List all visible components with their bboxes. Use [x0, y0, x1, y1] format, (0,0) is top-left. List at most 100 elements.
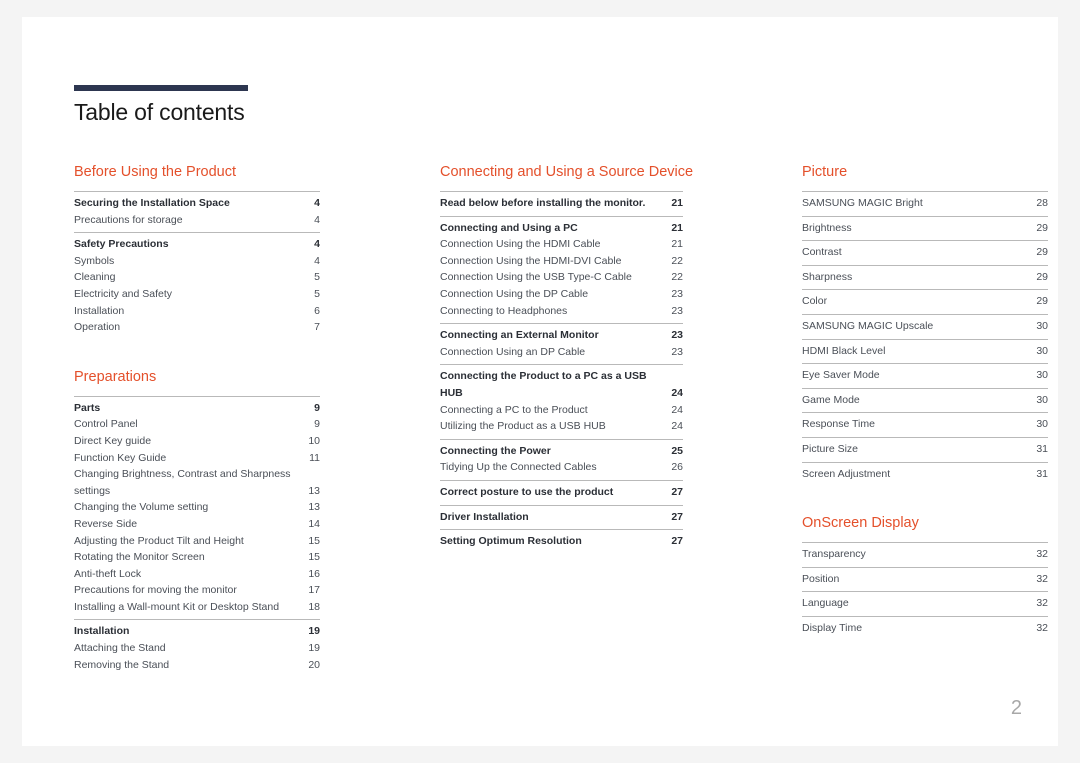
- toc-entry-page-number: 6: [314, 304, 320, 317]
- toc-entry-page-number: 30: [1036, 344, 1048, 357]
- toc-entry-label: Eye Saver Mode: [802, 369, 880, 382]
- section-heading[interactable]: Before Using the Product: [74, 163, 320, 191]
- title-rule-bar: [74, 85, 248, 91]
- toc-entry-label: Screen Adjustment: [802, 467, 891, 480]
- toc-entry[interactable]: Connection Using the DP Cable 23: [440, 286, 683, 303]
- toc-entry[interactable]: Removing the Stand 20: [74, 657, 320, 674]
- toc-entry-label: SAMSUNG MAGIC Upscale: [802, 319, 934, 332]
- toc-entry[interactable]: Adjusting the Product Tilt and Height 15: [74, 533, 320, 550]
- toc-entry[interactable]: Direct Key guide 10: [74, 433, 320, 450]
- toc-entry[interactable]: Response Time 30: [802, 416, 1048, 433]
- toc-entry[interactable]: Changing Brightness, Contrast and Sharpn…: [74, 466, 320, 499]
- toc-entry[interactable]: Connecting the Product to a PC as a USB …: [440, 368, 683, 401]
- toc-entry[interactable]: Brightness 29: [802, 220, 1048, 237]
- toc-entry[interactable]: Rotating the Monitor Screen 15: [74, 549, 320, 566]
- toc-column-2: Connecting and Using a Source Device Read…: [440, 163, 693, 554]
- toc-entry[interactable]: Connecting a PC to the Product 24: [440, 402, 683, 419]
- toc-group: Language 32: [802, 591, 1048, 616]
- toc-entry-page-number: 24: [671, 420, 683, 433]
- toc-entry[interactable]: Connecting an External Monitor 23: [440, 327, 683, 344]
- toc-entry[interactable]: Electricity and Safety 5: [74, 286, 320, 303]
- toc-entry[interactable]: Safety Precautions 4: [74, 236, 320, 253]
- section-heading[interactable]: Connecting and Using a Source Device: [440, 163, 693, 191]
- toc-entry-label: Operation: [74, 321, 121, 334]
- toc-group: Position 32: [802, 566, 1048, 592]
- toc-entry[interactable]: Display Time 32: [802, 620, 1048, 637]
- toc-entry[interactable]: Parts 9: [74, 400, 320, 417]
- toc-entry[interactable]: Symbols 4: [74, 253, 320, 270]
- toc-entry[interactable]: Language 32: [802, 595, 1048, 612]
- toc-entry-page-number: 9: [314, 418, 320, 431]
- toc-entry-page-number: 4: [314, 238, 320, 251]
- toc-entry[interactable]: Correct posture to use the product 27: [440, 484, 683, 501]
- toc-entry[interactable]: Connection Using the HDMI Cable 21: [440, 236, 683, 253]
- toc-entry-page-number: 30: [1036, 393, 1048, 406]
- toc-entry[interactable]: Position 32: [802, 571, 1048, 588]
- toc-entry[interactable]: Reverse Side 14: [74, 516, 320, 533]
- toc-entry-label: Connection Using an DP Cable: [440, 345, 586, 358]
- toc-entry-label: Connection Using the HDMI-DVI Cable: [440, 254, 622, 267]
- toc-entry[interactable]: Connecting the Power 25: [440, 443, 683, 460]
- toc-entry[interactable]: Screen Adjustment 31: [802, 466, 1048, 483]
- toc-entry-label: Changing Brightness, Contrast and Sharpn…: [74, 468, 291, 497]
- toc-entry[interactable]: Picture Size 31: [802, 441, 1048, 458]
- toc-entry[interactable]: Setting Optimum Resolution 27: [440, 533, 683, 550]
- toc-entry[interactable]: Attaching the Stand 19: [74, 640, 320, 657]
- toc-group: Eye Saver Mode 30: [802, 363, 1048, 388]
- toc-entry-page-number: 19: [308, 625, 320, 638]
- toc-entry-page-number: 16: [308, 567, 320, 580]
- toc-entry[interactable]: Precautions for storage 4: [74, 212, 320, 229]
- toc-entry[interactable]: Sharpness 29: [802, 269, 1048, 286]
- toc-entry[interactable]: Precautions for moving the monitor 17: [74, 582, 320, 599]
- toc-group: Installation 19 Attaching the Stand 19 Remov…: [74, 619, 320, 677]
- toc-entry-label: Rotating the Monitor Screen: [74, 551, 205, 564]
- toc-entry[interactable]: Contrast 29: [802, 244, 1048, 261]
- toc-entry[interactable]: Operation 7: [74, 319, 320, 336]
- toc-entry[interactable]: Changing the Volume setting 13: [74, 499, 320, 516]
- toc-entry-label: Securing the Installation Space: [74, 197, 230, 209]
- toc-entry[interactable]: Function Key Guide 11: [74, 450, 320, 467]
- toc-entry[interactable]: Read below before installing the monitor…: [440, 195, 683, 212]
- toc-entry-label: Read below before installing the monitor…: [440, 197, 646, 209]
- toc-entry[interactable]: Eye Saver Mode 30: [802, 367, 1048, 384]
- toc-entry[interactable]: Connection Using the HDMI-DVI Cable 22: [440, 253, 683, 270]
- toc-entry[interactable]: Installation 19: [74, 623, 320, 640]
- toc-entry[interactable]: Transparency 32: [802, 546, 1048, 563]
- toc-group: Picture Size 31: [802, 436, 1048, 462]
- toc-entry[interactable]: Installation 6: [74, 303, 320, 320]
- toc-entry[interactable]: Connecting and Using a PC 21: [440, 220, 683, 237]
- toc-entry-label: Parts: [74, 401, 101, 414]
- toc-entry-page-number: 17: [308, 584, 320, 597]
- toc-group: Setting Optimum Resolution 27: [440, 529, 683, 554]
- toc-entry[interactable]: Connection Using the USB Type-C Cable 22: [440, 269, 683, 286]
- toc-entry[interactable]: Securing the Installation Space 4: [74, 195, 320, 212]
- toc-entry[interactable]: Connecting to Headphones 23: [440, 303, 683, 320]
- toc-entry[interactable]: Driver Installation 27: [440, 509, 683, 526]
- section-heading[interactable]: Preparations: [74, 340, 320, 396]
- toc-entry-page-number: 22: [671, 271, 683, 284]
- toc-entry-page-number: 30: [1036, 319, 1048, 332]
- toc-entry[interactable]: Installing a Wall-mount Kit or Desktop S…: [74, 599, 320, 616]
- toc-entry[interactable]: Cleaning 5: [74, 269, 320, 286]
- toc-entry-label: HDMI Black Level: [802, 344, 886, 357]
- toc-entry-page-number: 27: [671, 485, 683, 498]
- toc-entry[interactable]: HDMI Black Level 30: [802, 343, 1048, 360]
- toc-entry[interactable]: Anti-theft Lock 16: [74, 566, 320, 583]
- toc-entry[interactable]: Utilizing the Product as a USB HUB 24: [440, 418, 683, 435]
- toc-group: Connecting an External Monitor 23 Connecti…: [440, 323, 683, 364]
- toc-entry[interactable]: Connection Using an DP Cable 23: [440, 344, 683, 361]
- toc-group: Color 29: [802, 289, 1048, 314]
- toc-entry[interactable]: Game Mode 30: [802, 392, 1048, 409]
- section-heading[interactable]: Picture: [802, 163, 1048, 191]
- toc-entry-page-number: 28: [1036, 197, 1048, 209]
- toc-entry-page-number: 32: [1036, 548, 1048, 561]
- toc-entry-page-number: 31: [1036, 442, 1048, 455]
- toc-entry-page-number: 5: [314, 287, 320, 300]
- toc-entry-label: Installing a Wall-mount Kit or Desktop S…: [74, 600, 280, 613]
- toc-entry[interactable]: Color 29: [802, 293, 1048, 310]
- section-heading[interactable]: OnScreen Display: [802, 486, 1048, 542]
- toc-entry[interactable]: SAMSUNG MAGIC Bright 28: [802, 195, 1048, 212]
- toc-entry[interactable]: Control Panel 9: [74, 416, 320, 433]
- toc-entry[interactable]: SAMSUNG MAGIC Upscale 30: [802, 318, 1048, 335]
- toc-entry[interactable]: Tidying Up the Connected Cables 26: [440, 459, 683, 476]
